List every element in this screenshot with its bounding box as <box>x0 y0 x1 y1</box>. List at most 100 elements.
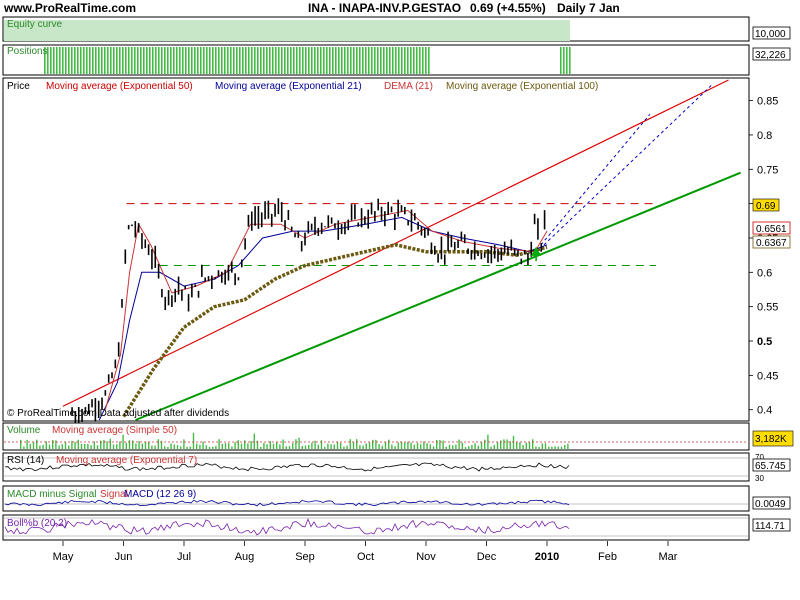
position-bar <box>158 47 160 74</box>
volume-bar <box>311 442 313 449</box>
volume-bar <box>426 443 428 449</box>
volume-bar <box>228 443 230 449</box>
volume-ma-label: Moving average (Simple 50) <box>52 425 177 436</box>
volume-bar <box>109 438 111 449</box>
macd-params-label: MACD (12 26 9) <box>124 489 196 500</box>
volume-bar <box>548 446 550 449</box>
volume-bar <box>39 445 41 449</box>
position-bar <box>98 47 100 74</box>
position-bar <box>296 47 298 74</box>
volume-bar <box>221 443 223 449</box>
volume-bar <box>474 443 476 449</box>
position-bar <box>335 47 337 74</box>
volume-bar <box>429 444 431 449</box>
position-bar <box>362 47 364 74</box>
volume-bar <box>253 433 255 449</box>
position-bar <box>185 47 187 74</box>
volume-bar <box>135 443 137 449</box>
volume-bar <box>560 446 563 449</box>
volume-bar <box>378 444 380 449</box>
volume-bar <box>276 441 278 449</box>
position-bar <box>392 47 394 74</box>
volume-bar <box>250 441 252 449</box>
position-bar <box>89 47 91 74</box>
position-bar <box>284 47 286 74</box>
volume-bar <box>564 444 566 449</box>
position-bar <box>356 47 358 74</box>
position-bar <box>203 47 205 74</box>
position-bar <box>398 47 400 74</box>
volume-bar <box>292 443 294 449</box>
position-bar <box>263 47 265 74</box>
rsi-level-30: 30 <box>755 474 764 483</box>
volume-bar <box>567 443 569 449</box>
volume-bar <box>368 442 371 449</box>
volume-bar <box>144 441 147 449</box>
volume-bar <box>103 439 105 449</box>
position-bar <box>137 47 139 74</box>
position-bar <box>383 47 385 74</box>
volume-bar <box>346 445 348 449</box>
position-bar <box>164 47 166 74</box>
macd-panel: MACD minus Signal Signal MACD (12 26 9) … <box>2 485 791 512</box>
volume-bar <box>215 445 217 449</box>
volume-bar <box>362 445 364 449</box>
volume-bar <box>237 440 239 449</box>
volume-bar <box>356 439 358 449</box>
volume-bar <box>314 440 316 449</box>
volume-bar <box>74 441 76 449</box>
equity-panel: Equity curve 10,000 <box>2 16 791 42</box>
volume-bar <box>458 439 460 449</box>
volume-bar <box>544 443 547 449</box>
volume-bar <box>471 444 473 449</box>
position-bar <box>401 47 403 74</box>
position-bar <box>152 47 154 74</box>
position-bar <box>290 47 292 74</box>
position-bar <box>218 47 220 74</box>
position-bar <box>299 47 301 74</box>
position-bar <box>305 47 307 74</box>
position-bar <box>221 47 223 74</box>
price-label: Price <box>7 81 30 92</box>
volume-bar <box>340 442 342 449</box>
position-bar <box>293 47 295 74</box>
volume-bar <box>167 446 169 449</box>
volume-bar <box>119 441 121 449</box>
volume-bar <box>535 446 537 449</box>
ema50-value: 0.6561 <box>756 224 787 235</box>
macd-value: 0.0049 <box>755 499 786 510</box>
position-bar <box>107 47 109 74</box>
volume-bar <box>96 445 99 449</box>
equity-value: 10,000 <box>755 29 786 40</box>
position-bar <box>248 47 250 74</box>
volume-bar <box>240 443 243 449</box>
x-tick-label: May <box>53 551 74 563</box>
position-bar <box>53 47 55 74</box>
volume-bar <box>148 442 150 449</box>
position-bar <box>77 47 79 74</box>
position-bar <box>149 47 151 74</box>
volume-bar <box>519 442 521 449</box>
volume-bar <box>423 441 425 449</box>
position-bar <box>380 47 382 74</box>
volume-bar <box>359 445 361 449</box>
positions-panel: Positions 32,226 <box>2 44 791 76</box>
position-bar <box>233 47 235 74</box>
position-bar <box>311 47 313 74</box>
position-bar <box>257 47 259 74</box>
volume-bar <box>64 442 67 449</box>
volume-panel: Volume Moving average (Simple 50) 3,182K <box>2 422 794 451</box>
position-bar <box>332 47 334 74</box>
position-bar <box>314 47 316 74</box>
volume-bar <box>23 446 25 449</box>
position-bar <box>287 47 289 74</box>
volume-bar <box>84 443 86 449</box>
position-bar <box>86 47 88 74</box>
volume-bar <box>413 444 415 449</box>
volume-bar <box>122 434 124 449</box>
volume-bar <box>404 442 406 449</box>
x-tick-label: Aug <box>235 551 255 563</box>
volume-bar <box>192 432 195 449</box>
position-bar <box>365 47 367 74</box>
volume-bar <box>173 444 175 449</box>
